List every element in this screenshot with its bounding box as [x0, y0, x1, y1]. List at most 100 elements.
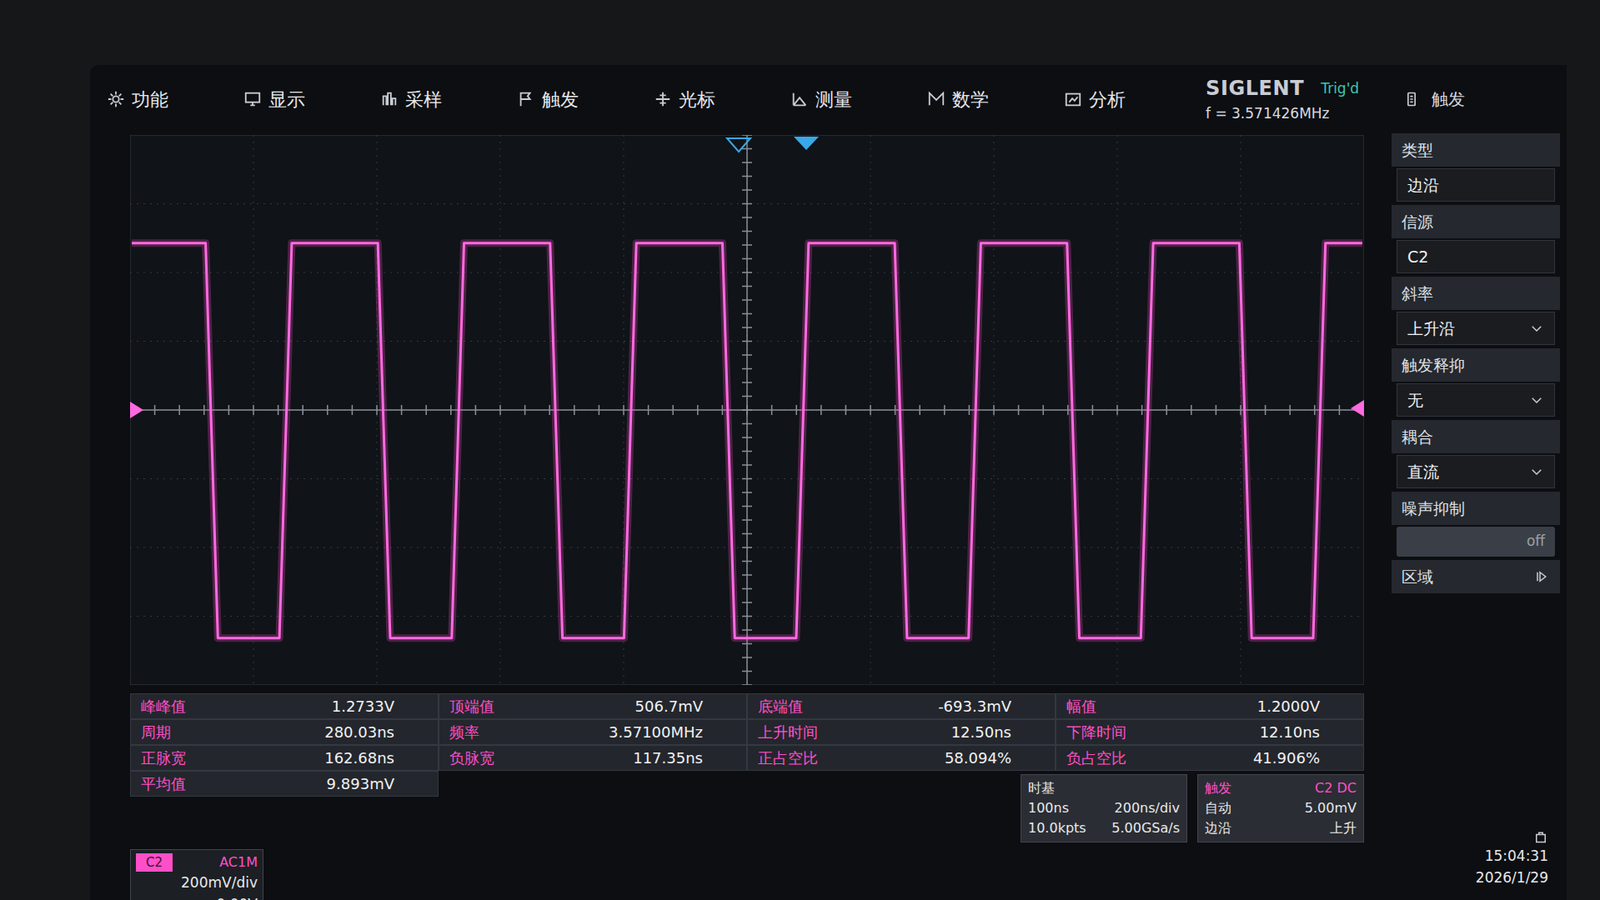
measurement-column: 顶端值506.7mV频率3.57100MHz负脉宽117.35ns — [438, 693, 748, 772]
brand-row: SIGLENT Trig'd — [1205, 73, 1360, 104]
axis-tick — [401, 405, 403, 416]
center-axis — [130, 409, 1365, 412]
axis-tick — [548, 405, 551, 416]
measurement-label: 负脉宽 — [449, 747, 495, 770]
menu-item[interactable]: 功能 — [106, 80, 244, 119]
panel-value-box[interactable]: 上升沿 — [1396, 311, 1555, 346]
menu-item[interactable]: 测量 — [790, 80, 928, 119]
measurement-label: 正占空比 — [757, 747, 818, 770]
panel-section-label: 信源 — [1391, 205, 1560, 239]
menu-item[interactable]: 显示 — [243, 80, 381, 119]
panel-section[interactable]: 斜率上升沿 — [1391, 276, 1560, 346]
channel-badge-top: C2AC1M — [135, 852, 258, 873]
trigger-status: Trig'd — [1320, 78, 1360, 101]
axis-tick — [154, 405, 156, 416]
panel-section[interactable]: 区域 — [1391, 560, 1560, 594]
axis-tick — [820, 405, 823, 416]
menu-item[interactable]: 触发 — [516, 80, 654, 119]
measurement-table: 峰峰值1.2733V周期280.03ns正脉宽162.68ns顶端值506.7m… — [130, 693, 1365, 772]
noise-reject-toggle[interactable]: off — [1396, 526, 1555, 557]
toggle-text: off — [1526, 531, 1545, 553]
panel-section[interactable]: 噪声抑制 off — [1391, 491, 1560, 557]
timebase-title: 时基 — [1028, 778, 1180, 799]
measurement-label: 负占空比 — [1066, 747, 1127, 770]
axis-tick — [376, 405, 378, 416]
menu-item[interactable]: 数学 — [927, 80, 1064, 119]
measurement-value: 506.7mV — [635, 695, 737, 718]
panel-label: 区域 — [1401, 565, 1434, 590]
panel-value-box[interactable]: 边沿 — [1396, 168, 1555, 202]
axis-tick — [425, 405, 427, 416]
frequency-readout: f = 3.571426MHz — [1205, 103, 1360, 126]
axis-tick — [742, 451, 753, 453]
measurement-cell: 负脉宽117.35ns — [438, 745, 748, 772]
panel-label: 信源 — [1401, 210, 1434, 235]
measurement-value: 58.094% — [944, 747, 1045, 770]
panel-section[interactable]: 类型边沿 — [1391, 133, 1560, 202]
axis-tick — [742, 230, 753, 233]
axis-tick — [742, 326, 753, 329]
delay-position-icon — [793, 136, 819, 151]
axis-tick — [742, 216, 753, 219]
axis-tick — [918, 405, 921, 416]
axis-tick — [203, 405, 206, 416]
axis-tick — [742, 381, 753, 384]
chevron-down-icon — [1529, 464, 1545, 480]
measurement-cell: 正脉宽162.68ns — [130, 745, 439, 772]
measurement-cell: 负占空比41.906% — [1055, 745, 1365, 772]
panel-label: 斜率 — [1401, 281, 1434, 306]
axis-tick — [742, 341, 753, 343]
measurement-cell: 底端值-693.3mV — [747, 693, 1056, 720]
channel-coupling: AC1M — [219, 852, 258, 873]
menu-label: 光标 — [678, 85, 716, 114]
panel-value-box[interactable]: 无 — [1396, 383, 1555, 417]
panel-value-box[interactable]: C2 — [1396, 240, 1555, 274]
axis-tick — [742, 436, 753, 439]
panel-value-box[interactable]: 直流 — [1396, 455, 1555, 489]
axis-tick — [742, 285, 753, 288]
measurement-cell: 频率3.57100MHz — [438, 719, 748, 746]
panel-label: 噪声抑制 — [1401, 496, 1465, 522]
menu-label: 触发 — [541, 85, 579, 114]
brand-logo: SIGLENT — [1205, 73, 1305, 104]
menu-label: 测量 — [815, 85, 853, 114]
measurement-column: 底端值-693.3mV上升时间12.50ns正占空比58.094% — [747, 693, 1056, 772]
channel-badge[interactable]: C2AC1M200mV/div0.00V — [130, 849, 264, 900]
axis-tick — [742, 533, 753, 536]
clock-date: 2026/1/29 — [1475, 867, 1549, 890]
waveform-glow — [131, 243, 1363, 639]
timebase-box[interactable]: 时基100ns200ns/div10.0kpts5.00GSa/s — [1020, 774, 1188, 843]
grid-line — [130, 547, 1365, 549]
menu-item[interactable]: 光标 — [653, 80, 791, 119]
axis-tick — [742, 409, 753, 412]
measurement-label: 上升时间 — [757, 721, 818, 744]
axis-tick — [742, 657, 753, 659]
panel-section-label: 噪声抑制 — [1391, 491, 1560, 526]
axis-tick — [742, 244, 753, 246]
timebase-memory: 10.0kpts — [1028, 818, 1101, 839]
panel-section[interactable]: 触发释抑无 — [1391, 348, 1560, 417]
trigger-status-box[interactable]: 触发C2 DC自动5.00mV边沿上升 — [1197, 774, 1365, 843]
menu-label: 采样 — [405, 85, 442, 114]
axis-tick — [1289, 405, 1291, 416]
channel-offset: 0.00V — [135, 894, 258, 900]
scope-screen: 功能显示采样 触发 光标 测量 数学分析SIGLENT Trig'df = 3.57142… — [90, 65, 1567, 900]
waveform-chart — [130, 135, 1365, 686]
menu-item[interactable]: 分析 — [1063, 80, 1201, 119]
axis-tick — [598, 405, 601, 416]
brand-block: SIGLENT Trig'df = 3.571426MHz — [1205, 73, 1360, 126]
axis-tick — [845, 405, 848, 416]
menu-item[interactable]: 采样 — [380, 80, 517, 119]
analysis-icon — [1063, 90, 1083, 109]
axis-tick — [742, 299, 753, 301]
axis-tick — [742, 189, 753, 191]
panel-section[interactable]: 信源 C2 — [1391, 205, 1560, 274]
measurement-value: 162.68ns — [324, 747, 428, 770]
panel-section-label: 触发释抑 — [1391, 348, 1560, 382]
sampling-icon — [380, 90, 399, 109]
timebase-scale: 200ns/div — [1107, 798, 1180, 819]
trigger-mode: 自动 — [1204, 798, 1278, 819]
axis-tick — [742, 561, 753, 563]
panel-section[interactable]: 耦合直流 — [1391, 420, 1560, 489]
measurement-label: 周期 — [140, 721, 171, 744]
